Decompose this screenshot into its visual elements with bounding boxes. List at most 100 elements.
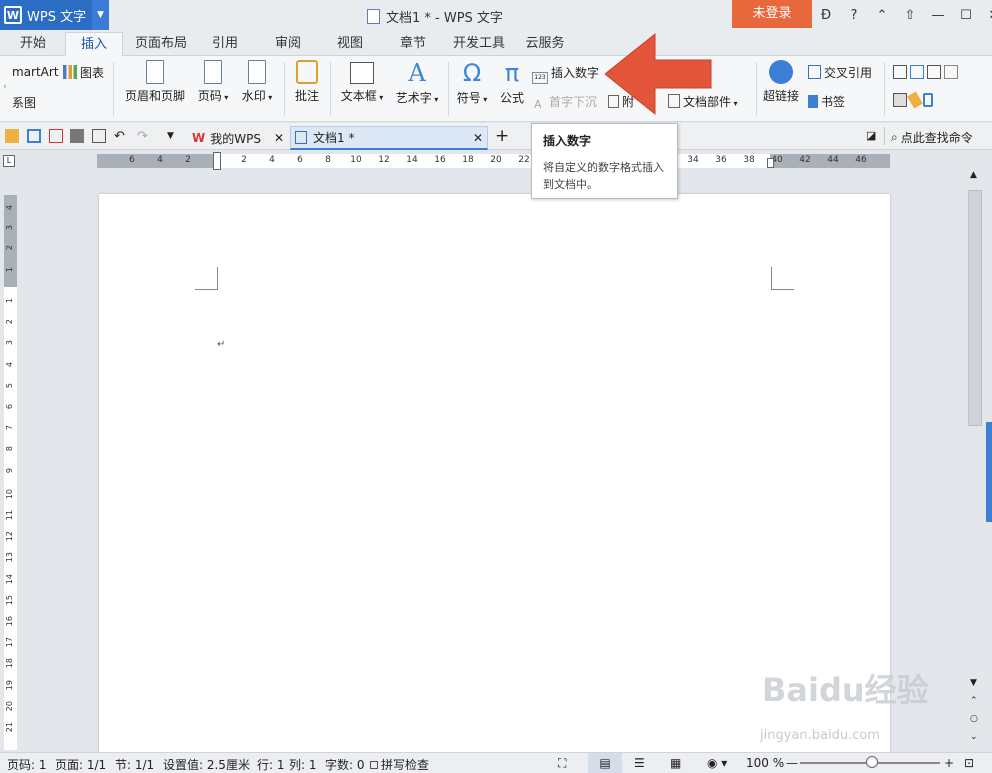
- vertical-ruler-tick: 9: [5, 467, 14, 473]
- right-indent-marker[interactable]: [767, 158, 774, 168]
- vertical-scrollbar[interactable]: ▲ ▼ ⌃ ○ ⌄: [966, 168, 986, 750]
- eraser-icon[interactable]: [907, 91, 923, 109]
- checkbox-icon[interactable]: [910, 65, 924, 79]
- wordart-icon: A: [408, 59, 426, 87]
- new-tab-icon[interactable]: +: [495, 126, 509, 146]
- undo-icon[interactable]: ↶: [114, 129, 128, 144]
- prev-page-icon[interactable]: ⌃: [970, 696, 978, 706]
- export-pdf-icon[interactable]: [49, 129, 63, 143]
- help-button[interactable]: ?: [840, 8, 868, 23]
- zoom-level[interactable]: 100 %: [746, 756, 784, 770]
- title-bar: W WPS 文字 ▼ 文档1 * - WPS 文字 未登录 Ð ? ⌃ ⇧ — …: [0, 0, 992, 30]
- fit-page-icon[interactable]: ⊡: [964, 756, 974, 770]
- text-field-icon[interactable]: [893, 65, 907, 79]
- scroll-down-icon[interactable]: ▼: [970, 678, 977, 688]
- relation-chart-button[interactable]: 系图: [12, 94, 36, 111]
- login-button[interactable]: 未登录: [732, 0, 812, 28]
- app-menu-button[interactable]: W WPS 文字 ▼: [0, 0, 109, 30]
- reading-mode-icon[interactable]: ◉ ▾: [707, 756, 727, 770]
- formula-button[interactable]: π 公式: [496, 60, 528, 106]
- redo-icon[interactable]: ↷: [137, 129, 151, 144]
- tab-page-layout[interactable]: 页面布局: [133, 34, 189, 56]
- save-icon[interactable]: [27, 129, 41, 143]
- fullscreen-icon[interactable]: ⛶: [558, 756, 566, 771]
- close-tab-icon[interactable]: ✕: [473, 131, 483, 145]
- vertical-ruler-tick: 20: [5, 700, 14, 711]
- status-row[interactable]: 行: 1: [257, 756, 285, 773]
- tab-start[interactable]: 开始: [18, 34, 48, 56]
- page-number-button[interactable]: 页码 ▾: [193, 60, 233, 104]
- tab-my-wps[interactable]: W 我的WPS ✕: [188, 126, 288, 150]
- ribbon-scroll-left[interactable]: ‹: [3, 82, 7, 92]
- chevron-up-icon[interactable]: ⌃: [868, 8, 896, 23]
- open-folder-icon[interactable]: [5, 129, 19, 143]
- customize-dropdown-icon[interactable]: ▼: [167, 131, 181, 145]
- tab-developer[interactable]: 开发工具: [451, 34, 507, 56]
- cross-reference-button[interactable]: 交叉引用: [808, 64, 872, 81]
- symbol-button[interactable]: Ω 符号 ▾: [453, 60, 491, 106]
- smartart-button[interactable]: martArt: [12, 65, 59, 79]
- upload-icon[interactable]: ⇧: [896, 8, 924, 23]
- watermark-button[interactable]: 水印 ▾: [237, 60, 277, 104]
- next-page-icon[interactable]: ⌄: [970, 732, 978, 742]
- status-col[interactable]: 列: 1: [289, 756, 317, 773]
- hyperlink-button[interactable]: 超链接: [760, 60, 802, 104]
- margin-corner-top-right: [771, 267, 794, 290]
- page-view-icon[interactable]: ▤: [588, 753, 622, 773]
- pi-icon: π: [504, 59, 520, 87]
- status-word-count[interactable]: 字数: 0: [325, 756, 365, 773]
- tab-reference[interactable]: 引用: [210, 34, 240, 56]
- zoom-slider[interactable]: [800, 756, 940, 768]
- find-command-search[interactable]: ⌕ 点此查找命令: [891, 125, 973, 149]
- textbox-button[interactable]: 文本框 ▾: [337, 60, 387, 104]
- close-tab-icon[interactable]: ✕: [274, 131, 284, 145]
- status-section[interactable]: 节: 1/1: [115, 756, 154, 773]
- chart-button[interactable]: 图表: [63, 64, 104, 81]
- chevron-down-icon[interactable]: ▼: [92, 0, 109, 30]
- comment-button[interactable]: 批注: [290, 60, 324, 104]
- maximize-button[interactable]: ☐: [952, 8, 980, 23]
- horizontal-ruler[interactable]: 6 4 2 2 4 6 8 10 12 14 16 18 20 22 34 36…: [97, 152, 890, 170]
- drop-cap-button[interactable]: A 首字下沉: [534, 93, 597, 112]
- scroll-up-icon[interactable]: ▲: [970, 170, 977, 180]
- status-setting[interactable]: 设置值: 2.5厘米: [163, 756, 250, 773]
- dropdown-field-icon[interactable]: [927, 65, 941, 79]
- layout-toggle-icon[interactable]: ◪: [866, 129, 880, 143]
- close-button[interactable]: ✕: [980, 8, 992, 23]
- bookmark-button[interactable]: 书签: [808, 93, 845, 110]
- select-browse-icon[interactable]: ○: [970, 714, 978, 724]
- print-icon[interactable]: [70, 129, 84, 143]
- spellcheck-toggle[interactable]: 拼写检查: [370, 756, 429, 773]
- skin-icon[interactable]: Ð: [812, 8, 840, 23]
- insert-number-button[interactable]: 123 插入数字: [532, 64, 599, 84]
- red-arrow-icon: [605, 32, 712, 116]
- zoom-in-icon[interactable]: +: [944, 756, 954, 770]
- tab-cloud[interactable]: 云服务: [524, 34, 566, 56]
- minimize-button[interactable]: —: [924, 8, 952, 23]
- wordart-button[interactable]: A 艺术字 ▾: [392, 60, 442, 106]
- form-shading-icon[interactable]: [893, 93, 907, 107]
- watermark-label: 水印: [241, 89, 266, 103]
- tab-view[interactable]: 视图: [335, 34, 365, 56]
- tab-review[interactable]: 审阅: [273, 34, 303, 56]
- lock-icon[interactable]: [923, 93, 933, 107]
- print-preview-icon[interactable]: [92, 129, 106, 143]
- zoom-out-icon[interactable]: —: [786, 756, 798, 770]
- status-page[interactable]: 页面: 1/1: [55, 756, 106, 773]
- vertical-ruler-tick: 4: [5, 205, 14, 211]
- tab-document[interactable]: 文档1 * ✕: [290, 126, 488, 150]
- web-view-icon[interactable]: ▦: [670, 756, 681, 770]
- outline-view-icon[interactable]: ☰: [634, 756, 645, 770]
- vertical-ruler[interactable]: 4 3 2 1 1 2 3 4 5 6 7 8 9 10 11 12 13 14 15 16 17 18 19 20 21: [4, 195, 17, 750]
- indent-marker[interactable]: [213, 152, 221, 170]
- tab-stop-selector[interactable]: L: [3, 155, 15, 167]
- vertical-ruler-tick: 2: [5, 319, 14, 325]
- header-footer-button[interactable]: 页眉和页脚: [124, 60, 186, 104]
- status-page-code[interactable]: 页码: 1: [7, 756, 47, 773]
- zoom-slider-knob[interactable]: [866, 756, 878, 768]
- tab-section[interactable]: 章节: [398, 34, 428, 56]
- picture-field-icon[interactable]: [944, 65, 958, 79]
- tab-insert[interactable]: 插入: [65, 32, 123, 57]
- scrollbar-thumb[interactable]: [968, 190, 982, 426]
- side-panel-handle[interactable]: [986, 422, 992, 522]
